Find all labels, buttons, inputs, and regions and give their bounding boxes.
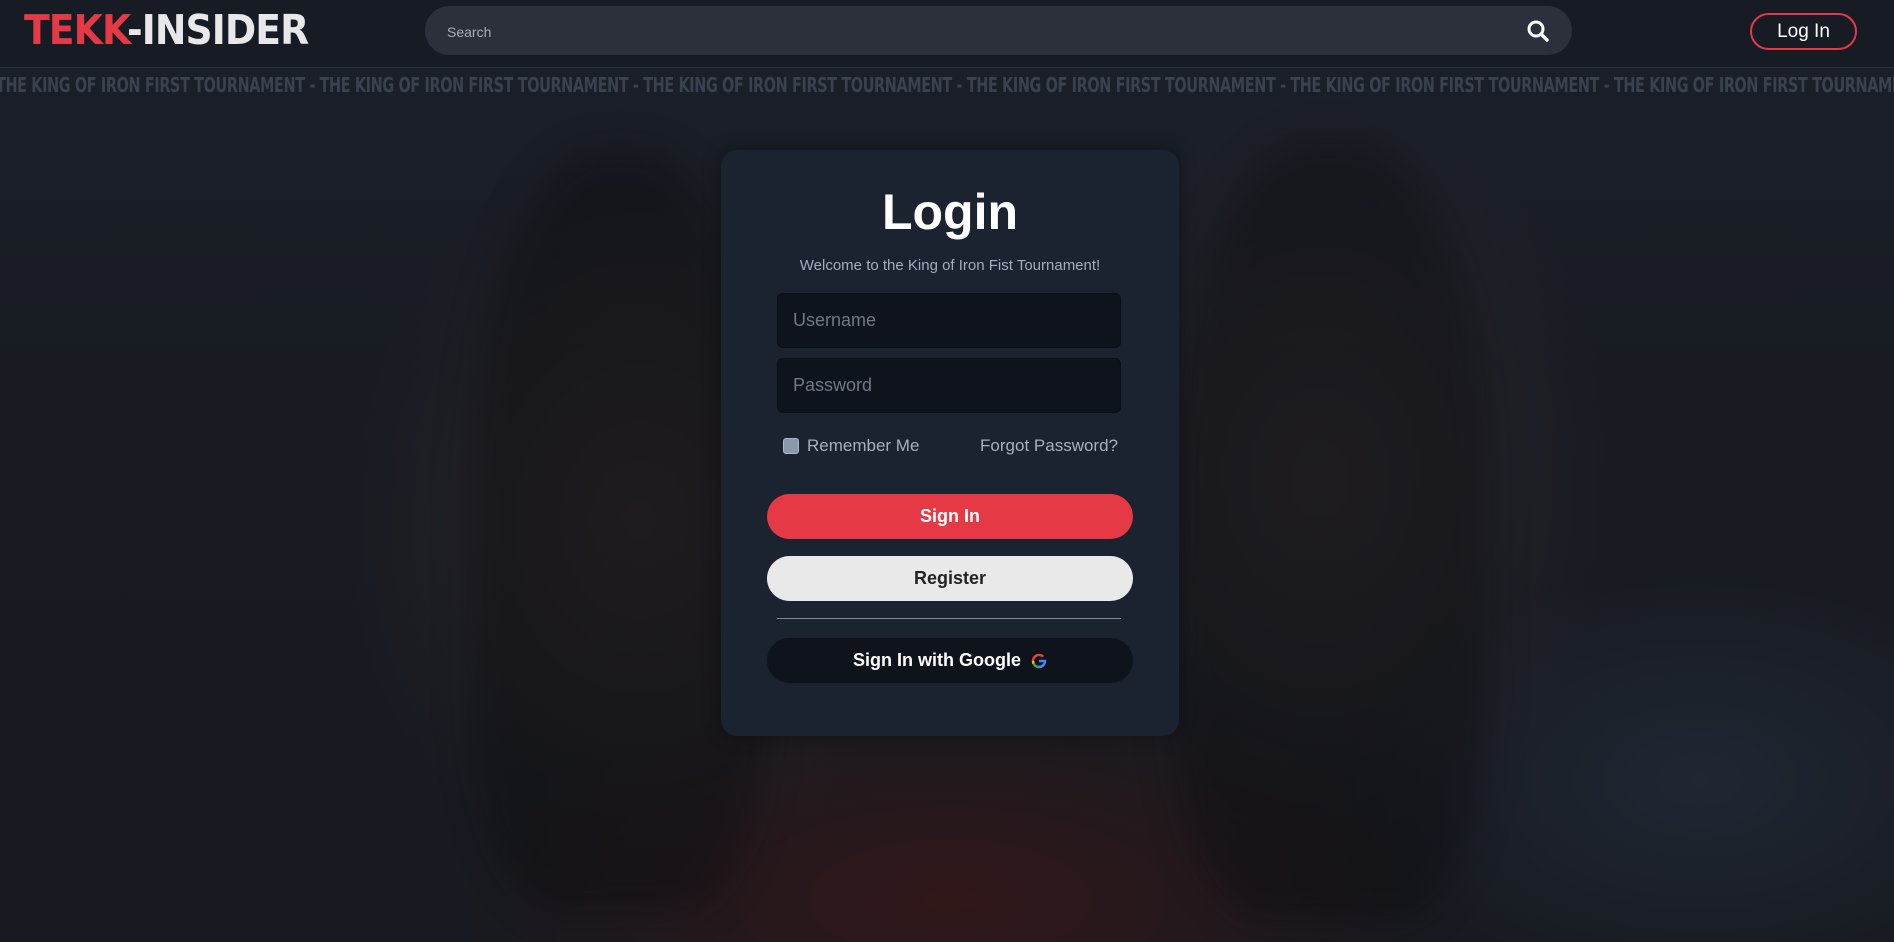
fighter-silhouette-right bbox=[1170, 140, 1490, 920]
site-logo[interactable]: TEKK-INSIDER bbox=[24, 6, 309, 54]
sign-in-button[interactable]: Sign In bbox=[767, 494, 1133, 539]
login-title: Login bbox=[881, 184, 1019, 240]
google-signin-label: Sign In with Google bbox=[853, 650, 1021, 670]
top-navbar: TEKK-INSIDER Log In bbox=[0, 0, 1894, 68]
password-field-wrapper bbox=[777, 358, 1121, 413]
logo-red-part: TEKK bbox=[24, 6, 128, 54]
google-icon bbox=[1031, 653, 1047, 668]
google-signin-button[interactable]: Sign In with Google bbox=[767, 638, 1133, 683]
marquee-text: THE KING OF IRON FIRST TOURNAMENT - THE … bbox=[0, 73, 1894, 97]
register-button[interactable]: Register bbox=[767, 556, 1133, 601]
login-card: Login Welcome to the King of Iron Fist T… bbox=[721, 150, 1179, 736]
divider bbox=[777, 618, 1121, 619]
remember-me[interactable]: Remember Me bbox=[783, 436, 919, 456]
search-bar bbox=[425, 6, 1572, 57]
remember-me-label: Remember Me bbox=[807, 436, 920, 455]
login-subtitle: Welcome to the King of Iron Fist Tournam… bbox=[799, 257, 1101, 274]
search-icon[interactable] bbox=[1526, 19, 1550, 43]
logo-white-part: -INSIDER bbox=[126, 6, 309, 54]
password-input[interactable] bbox=[778, 359, 1120, 412]
remember-me-checkbox[interactable] bbox=[783, 438, 799, 454]
tournament-marquee: THE KING OF IRON FIRST TOURNAMENT - THE … bbox=[0, 69, 1894, 101]
nav-login-button[interactable]: Log In bbox=[1750, 13, 1857, 50]
username-input[interactable] bbox=[778, 294, 1120, 347]
search-input[interactable] bbox=[445, 6, 1509, 57]
forgot-password-link[interactable]: Forgot Password? bbox=[980, 436, 1118, 456]
username-field-wrapper bbox=[777, 293, 1121, 348]
